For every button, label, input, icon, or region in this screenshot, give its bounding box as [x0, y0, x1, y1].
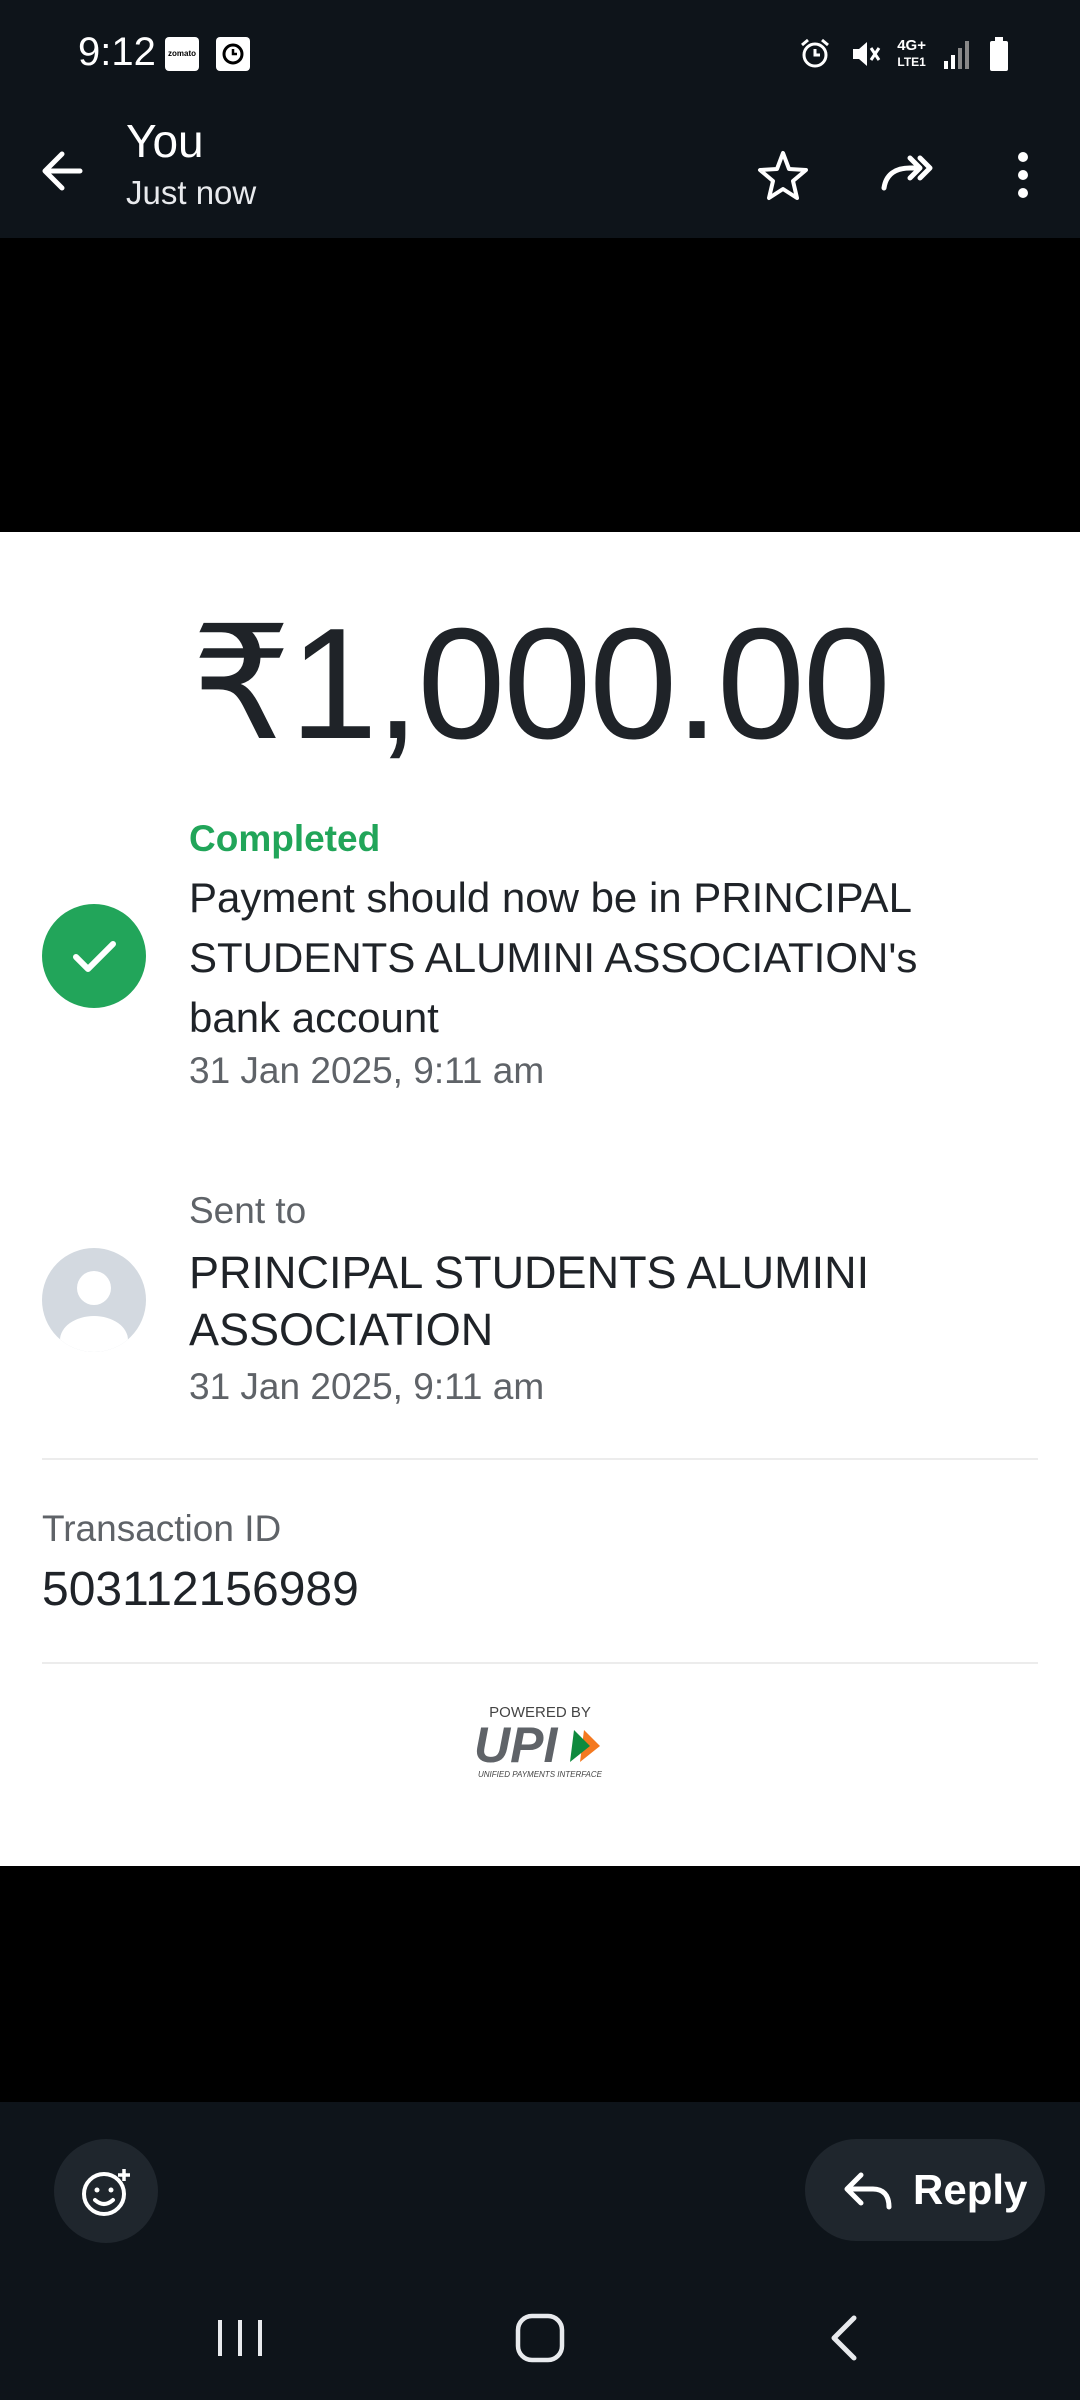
payment-amount: ₹1,000.00: [191, 596, 891, 772]
message-header: You Just now: [0, 108, 1080, 238]
status-time: 9:12: [78, 30, 156, 74]
reply-button[interactable]: Reply: [805, 2139, 1045, 2241]
transaction-id: 503112156989: [42, 1563, 359, 1616]
nav-recents-button[interactable]: [210, 2312, 270, 2364]
status-bar: 9:12 zomato 4G+ LTE1: [0, 0, 1080, 108]
recents-icon: [218, 2320, 262, 2356]
recipient-avatar: [42, 1248, 146, 1352]
divider: [42, 1662, 1038, 1664]
forward-icon: [881, 155, 933, 191]
alarm-icon: [801, 38, 830, 68]
signal-icon: [944, 41, 969, 69]
arrow-left-icon: [42, 151, 83, 191]
divider: [42, 1458, 1038, 1460]
payment-receipt[interactable]: ₹1,000.00 Completed Payment should now b…: [0, 532, 1080, 1866]
transaction-id-label: Transaction ID: [42, 1508, 282, 1549]
recipient-name: PRINCIPAL STUDENTS ALUMINI ASSOCIATION: [189, 1247, 870, 1355]
sent-to-label: Sent to: [189, 1190, 307, 1231]
forward-button[interactable]: [874, 140, 944, 210]
nav-back-button[interactable]: [818, 2308, 872, 2368]
chevron-left-icon: [831, 2315, 857, 2361]
star-icon: [758, 151, 808, 200]
clock-notification-icon: [216, 37, 250, 71]
upi-tagline: UNIFIED PAYMENTS INTERFACE: [477, 1770, 602, 1779]
payment-status: Completed: [189, 818, 381, 859]
reply-icon: [844, 2172, 892, 2210]
status-icons: 4G+ LTE1: [797, 30, 1010, 78]
status-timestamp: 31 Jan 2025, 9:11 am: [189, 1050, 545, 1091]
image-letterbox-bottom: [0, 1866, 1080, 2102]
upi-logo: POWERED BY UPI UNIFIED PAYMENTS INTERFAC…: [468, 1704, 612, 1784]
zomato-notification-icon: zomato: [165, 37, 199, 71]
back-button[interactable]: [30, 136, 100, 206]
reply-label: Reply: [913, 2166, 1028, 2213]
bottom-bar: Reply: [0, 2102, 1080, 2400]
nav-home-button[interactable]: [508, 2306, 572, 2370]
home-icon: [515, 2313, 565, 2363]
svg-text:UPI: UPI: [474, 1718, 558, 1770]
sender-name: You: [126, 115, 204, 167]
status-message: Payment should now be in PRINCIPAL STUDE…: [189, 874, 918, 1041]
success-check-icon: [42, 904, 146, 1008]
image-letterbox-top: [0, 238, 1080, 532]
message-time: Just now: [126, 174, 257, 211]
emoji-add-icon: [82, 2169, 130, 2216]
upi-mark-icon: UPI: [474, 1718, 600, 1770]
person-icon: [60, 1271, 128, 1352]
more-vert-icon: [1018, 152, 1028, 198]
battery-icon: [990, 37, 1008, 71]
network-type: 4G+ LTE1: [897, 37, 926, 70]
star-button[interactable]: [748, 140, 818, 210]
sent-timestamp: 31 Jan 2025, 9:11 am: [189, 1366, 545, 1407]
react-emoji-button[interactable]: [54, 2139, 158, 2243]
more-options-button[interactable]: [988, 140, 1058, 210]
mute-icon: [853, 42, 881, 66]
